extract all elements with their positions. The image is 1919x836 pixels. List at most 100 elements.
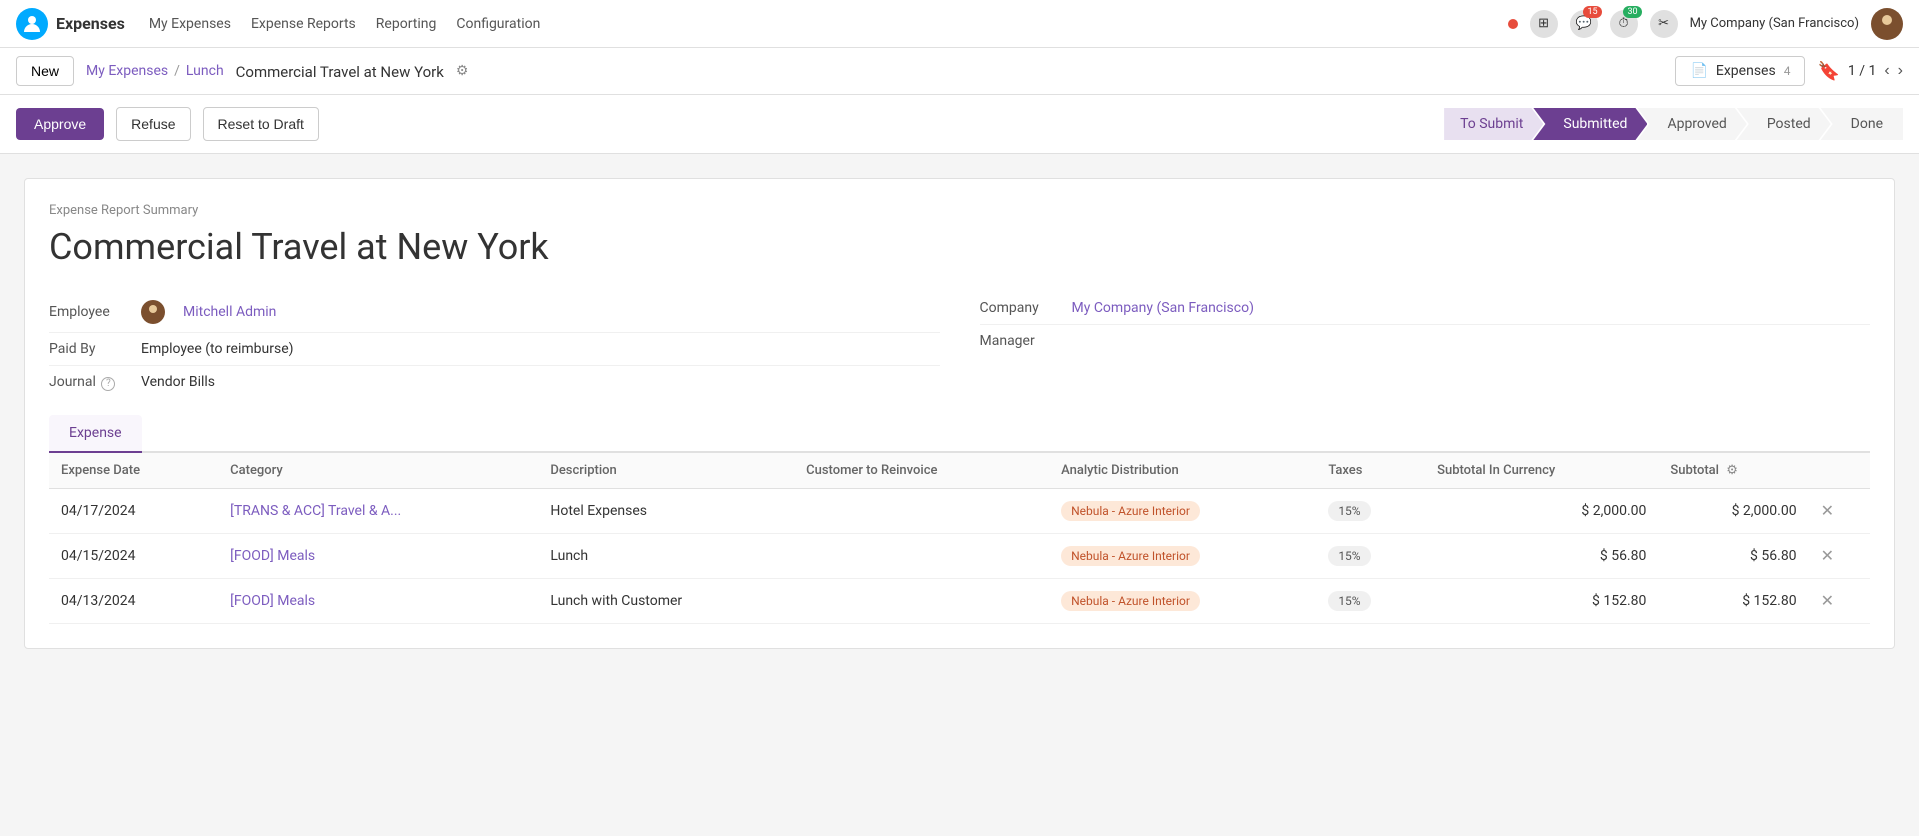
tab-expense[interactable]: Expense — [49, 415, 142, 453]
paid-by-label: Paid By — [49, 341, 129, 357]
company-name: My Company (San Francisco) — [1690, 16, 1859, 31]
col-taxes: Taxes — [1316, 453, 1425, 489]
journal-field-row: Journal ? Vendor Bills — [49, 366, 940, 399]
col-category: Category — [218, 453, 538, 489]
row2-delete[interactable]: ✕ — [1809, 533, 1870, 578]
row3-analytic: Nebula - Azure Interior — [1049, 578, 1316, 623]
refuse-button[interactable]: Refuse — [116, 107, 190, 141]
next-page-button[interactable]: › — [1898, 62, 1903, 80]
bookmark-icon[interactable]: 🔖 — [1817, 61, 1839, 82]
col-customer: Customer to Reinvoice — [794, 453, 1049, 489]
top-right-icons: ⊞ 💬 15 ⏱ 30 ✂ My Company (San Francisco) — [1508, 8, 1903, 40]
status-step-posted: Posted — [1737, 108, 1831, 140]
row1-delete[interactable]: ✕ — [1809, 488, 1870, 533]
expense-table: Expense Date Category Description Custom… — [49, 453, 1870, 624]
row2-analytic: Nebula - Azure Interior — [1049, 533, 1316, 578]
col-description: Description — [538, 453, 794, 489]
app-name: Expenses — [56, 14, 125, 33]
chat-badge: 15 — [1583, 6, 1601, 18]
row3-delete[interactable]: ✕ — [1809, 578, 1870, 623]
status-bar: Approve Refuse Reset to Draft To Submit … — [0, 95, 1919, 154]
table-row: 04/15/2024 [FOOD] Meals Lunch Nebula - A… — [49, 533, 1870, 578]
row1-description: Hotel Expenses — [538, 488, 794, 533]
status-steps: To Submit Submitted Approved Posted Done — [1444, 108, 1903, 140]
main-content: Expense Report Summary Commercial Travel… — [0, 154, 1919, 836]
scissors-icon[interactable]: ✂ — [1650, 10, 1678, 38]
employee-label: Employee — [49, 304, 129, 320]
form-card: Expense Report Summary Commercial Travel… — [24, 178, 1895, 649]
nav-my-expenses[interactable]: My Expenses — [149, 12, 231, 36]
col-subtotal-settings-icon[interactable]: ⚙ — [1726, 463, 1738, 478]
row2-delete-icon[interactable]: ✕ — [1821, 546, 1834, 565]
col-subtotal-currency: Subtotal In Currency — [1425, 453, 1658, 489]
row1-analytic-badge: Nebula - Azure Interior — [1061, 501, 1200, 521]
row1-subtotal-currency: $ 2,000.00 — [1425, 488, 1658, 533]
nav-reporting[interactable]: Reporting — [376, 12, 437, 36]
chat-icon[interactable]: 💬 15 — [1570, 10, 1598, 38]
row2-taxes: 15% — [1316, 533, 1425, 578]
status-step-approved: Approved — [1637, 108, 1746, 140]
breadcrumb-parent[interactable]: My Expenses — [86, 63, 168, 79]
row2-tax-badge: 15% — [1328, 546, 1370, 566]
company-label: Company — [980, 300, 1060, 316]
row1-taxes: 15% — [1316, 488, 1425, 533]
expenses-count: 4 — [1784, 64, 1791, 78]
row2-analytic-badge: Nebula - Azure Interior — [1061, 546, 1200, 566]
row2-subtotal: $ 56.80 — [1658, 533, 1808, 578]
reset-to-draft-button[interactable]: Reset to Draft — [203, 107, 319, 141]
manager-field-row: Manager — [980, 325, 1871, 357]
expenses-label: Expenses — [1716, 63, 1776, 79]
page-title: Commercial Travel at New York — [236, 63, 444, 81]
pagination-text: 1 / 1 — [1848, 63, 1876, 79]
row1-category[interactable]: [TRANS & ACC] Travel & A... — [218, 488, 538, 533]
col-expense-date: Expense Date — [49, 453, 218, 489]
prev-page-button[interactable]: ‹ — [1884, 62, 1889, 80]
nav-expense-reports[interactable]: Expense Reports — [251, 12, 356, 36]
row1-date: 04/17/2024 — [49, 488, 218, 533]
row2-description: Lunch — [538, 533, 794, 578]
employee-field-row: Employee Mitchell Admin — [49, 292, 940, 333]
journal-value: Vendor Bills — [141, 374, 215, 390]
approve-button[interactable]: Approve — [16, 108, 104, 140]
left-fields: Employee Mitchell Admin Paid By Employee… — [49, 292, 940, 399]
table-row: 04/13/2024 [FOOD] Meals Lunch with Custo… — [49, 578, 1870, 623]
manager-label: Manager — [980, 333, 1060, 349]
expenses-button[interactable]: 📄 Expenses 4 — [1675, 56, 1805, 86]
app-logo[interactable]: Expenses — [16, 8, 125, 40]
row3-category[interactable]: [FOOD] Meals — [218, 578, 538, 623]
form-fields: Employee Mitchell Admin Paid By Employee… — [49, 292, 1870, 399]
employee-name[interactable]: Mitchell Admin — [183, 304, 276, 320]
form-subtitle: Expense Report Summary — [49, 203, 1870, 218]
row3-taxes: 15% — [1316, 578, 1425, 623]
tabs: Expense — [49, 415, 1870, 453]
journal-label: Journal ? — [49, 374, 129, 391]
row1-subtotal: $ 2,000.00 — [1658, 488, 1808, 533]
top-navigation: Expenses My Expenses Expense Reports Rep… — [0, 0, 1919, 48]
row3-delete-icon[interactable]: ✕ — [1821, 591, 1834, 610]
row1-delete-icon[interactable]: ✕ — [1821, 501, 1834, 520]
row2-category[interactable]: [FOOD] Meals — [218, 533, 538, 578]
right-fields: Company My Company (San Francisco) Manag… — [980, 292, 1871, 399]
table-row: 04/17/2024 [TRANS & ACC] Travel & A... H… — [49, 488, 1870, 533]
new-button[interactable]: New — [16, 56, 74, 86]
breadcrumb-child[interactable]: Lunch — [186, 63, 224, 79]
journal-help-icon[interactable]: ? — [101, 377, 115, 391]
status-step-to-submit: To Submit — [1444, 108, 1543, 140]
col-actions — [1809, 453, 1870, 489]
company-value[interactable]: My Company (San Francisco) — [1072, 300, 1254, 316]
action-bar: New My Expenses / Lunch Commercial Trave… — [0, 48, 1919, 95]
grid-icon[interactable]: ⊞ — [1530, 10, 1558, 38]
clock-icon[interactable]: ⏱ 30 — [1610, 10, 1638, 38]
settings-gear-icon[interactable]: ⚙ — [456, 63, 469, 79]
row3-subtotal-currency: $ 152.80 — [1425, 578, 1658, 623]
table-header-row: Expense Date Category Description Custom… — [49, 453, 1870, 489]
nav-configuration[interactable]: Configuration — [456, 12, 540, 36]
row1-analytic: Nebula - Azure Interior — [1049, 488, 1316, 533]
status-step-done: Done — [1821, 108, 1903, 140]
row3-customer — [794, 578, 1049, 623]
col-analytic: Analytic Distribution — [1049, 453, 1316, 489]
user-avatar[interactable] — [1871, 8, 1903, 40]
paid-by-field-row: Paid By Employee (to reimburse) — [49, 333, 940, 366]
row1-tax-badge: 15% — [1328, 501, 1370, 521]
breadcrumb-separator: / — [174, 63, 180, 79]
